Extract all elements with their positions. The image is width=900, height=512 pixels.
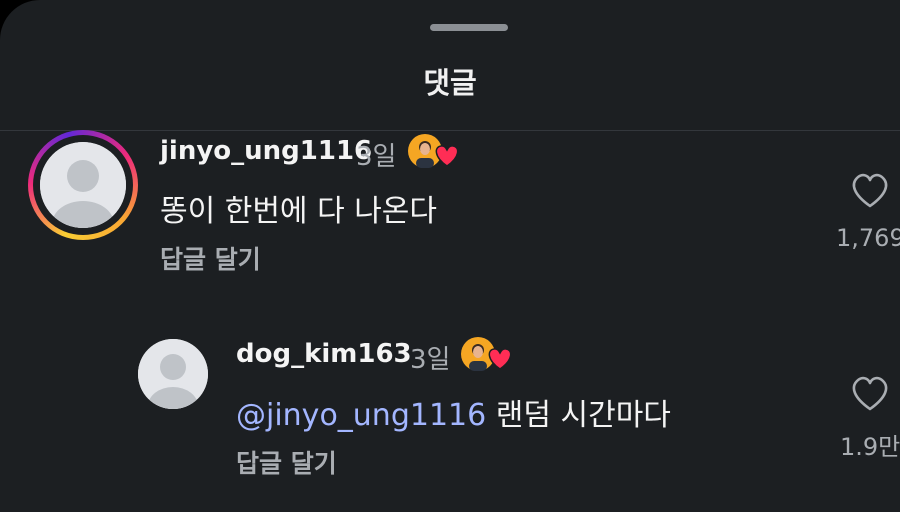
reply-text-line: @jinyo_ung1116 랜덤 시간마다: [236, 390, 671, 434]
comment-time: 3일: [356, 142, 397, 172]
mention-link[interactable]: @jinyo_ung1116: [236, 398, 486, 433]
comments-sheet: 댓글 jinyo_ung1116 3일 똥이 한번에 다 나온다 답글 달기 1…: [0, 0, 900, 512]
drag-handle[interactable]: [430, 24, 508, 31]
creator-heart-icon: [459, 335, 515, 375]
default-avatar-icon[interactable]: [138, 339, 208, 409]
header-divider: [0, 130, 900, 131]
creator-heart-icon: [406, 132, 462, 172]
comment-username[interactable]: jinyo_ung1116: [160, 136, 372, 166]
reply-button[interactable]: 답글 달기: [236, 444, 337, 480]
reply-button[interactable]: 답글 달기: [160, 240, 261, 276]
reply-text: 랜덤 시간마다: [495, 398, 671, 433]
heart-outline-icon[interactable]: [849, 170, 891, 210]
default-avatar-icon: [40, 142, 126, 228]
sheet-title: 댓글: [423, 66, 477, 100]
story-ring-avatar[interactable]: [28, 130, 138, 240]
like-count: 1,769: [836, 224, 900, 252]
reply-username[interactable]: dog_kim163: [236, 339, 412, 369]
comment-text: 똥이 한번에 다 나온다: [160, 194, 438, 229]
heart-outline-icon[interactable]: [849, 373, 891, 413]
reply-time: 3일: [410, 345, 451, 375]
like-count: 1.9만: [840, 433, 900, 461]
